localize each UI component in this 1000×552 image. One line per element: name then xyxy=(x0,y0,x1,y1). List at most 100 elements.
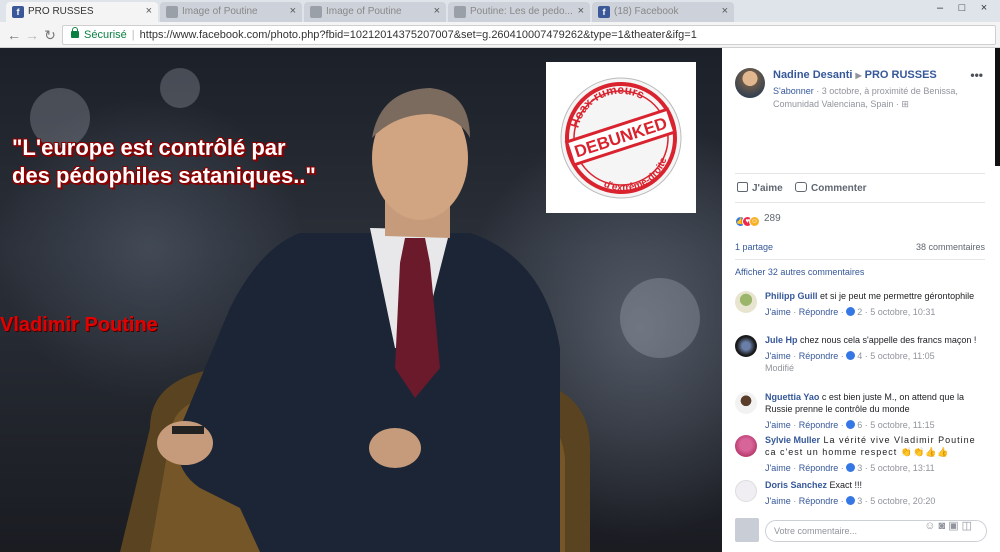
author-avatar[interactable] xyxy=(735,68,765,98)
subscribe-link[interactable]: S'abonner xyxy=(773,86,814,96)
comment-date[interactable]: 5 octobre, 10:31 xyxy=(870,307,935,317)
commenter-name[interactable]: Philipp Guill xyxy=(765,291,818,301)
comment-button[interactable]: Commenter xyxy=(795,182,867,194)
tab-label: Poutine: Les de pedo... xyxy=(470,6,573,17)
tab-inactive-4[interactable]: f (18) Facebook × xyxy=(592,2,734,22)
emoji-icon[interactable]: ☺ xyxy=(924,520,938,532)
close-tab-icon[interactable]: × xyxy=(290,5,296,17)
commenter-name[interactable]: Doris Sanchez xyxy=(765,480,827,490)
tab-label: Image of Poutine xyxy=(182,6,258,17)
tab-inactive-1[interactable]: Image of Poutine × xyxy=(160,2,302,22)
commenter-avatar[interactable] xyxy=(735,480,757,502)
debunked-stamp: Hoax-rumeurs DEBUNKED d'extrême-droite xyxy=(546,62,696,213)
comment-date[interactable]: 5 octobre, 13:11 xyxy=(870,463,934,473)
post-side-panel: Nadine Desanti ▶ PRO RUSSES ••• S'abonner … xyxy=(725,56,995,552)
tab-pro-russes[interactable]: f PRO RUSSES × xyxy=(6,2,158,22)
comment-text: Exact !!! xyxy=(827,480,863,490)
group-name[interactable]: PRO RUSSES xyxy=(865,69,937,81)
comment-like-link[interactable]: J'aime xyxy=(765,463,791,473)
maximize-window-icon[interactable]: □ xyxy=(952,2,972,20)
comment-like-link[interactable]: J'aime xyxy=(765,307,791,317)
close-tab-icon[interactable]: × xyxy=(722,5,728,17)
forward-arrow-icon[interactable]: → xyxy=(24,26,40,44)
sticker-icon[interactable]: ◫ xyxy=(962,520,975,532)
comment-reply-link[interactable]: Répondre xyxy=(799,351,839,361)
comment-actions: J'aime · Répondre · 2 · 5 octobre, 10:31 xyxy=(765,307,936,317)
url-separator: | xyxy=(131,29,135,41)
commenter-name[interactable]: Sylvie Muller xyxy=(765,435,820,445)
globe-icon: ⊞ xyxy=(901,99,909,109)
close-tab-icon[interactable]: × xyxy=(578,5,584,17)
like-reaction-icon xyxy=(846,351,856,360)
post-photo[interactable]: "L'europe est contrôlé par des pédophile… xyxy=(0,48,722,552)
quote-line-2: des pédophiles sataniques.." xyxy=(12,163,316,188)
browser-tab-bar: f PRO RUSSES × Image of Poutine × Image … xyxy=(0,0,1000,22)
comment-actions: J'aime · Répondre · 3 · 5 octobre, 20:20 xyxy=(765,496,936,506)
post-meta: S'abonner · 3 octobre, à proximité de Be… xyxy=(773,85,981,111)
tab-label: PRO RUSSES xyxy=(28,6,94,17)
comment-composer: Votre commentaire... ☺◙▣◫ xyxy=(735,516,987,546)
comment-like-link[interactable]: J'aime xyxy=(765,351,791,361)
debunked-stamp-graphic: Hoax-rumeurs DEBUNKED d'extrême-droite xyxy=(559,73,682,202)
reload-icon[interactable]: ↻ xyxy=(42,26,58,44)
comment-date[interactable]: 5 octobre, 11:15 xyxy=(870,420,934,430)
like-reaction-icon xyxy=(846,463,856,472)
gif-icon[interactable]: ▣ xyxy=(948,520,961,532)
comment-reply-link[interactable]: Répondre xyxy=(799,496,839,506)
comment-count-link[interactable]: 38 commentaires xyxy=(916,242,985,252)
url-text: https://www.facebook.com/photo.php?fbid=… xyxy=(139,29,697,41)
comment-like-link[interactable]: J'aime xyxy=(765,420,791,430)
reaction-count: 289 xyxy=(764,213,781,224)
like-button[interactable]: J'aime xyxy=(737,182,783,194)
minimize-window-icon[interactable]: – xyxy=(930,2,950,20)
comment-reply-link[interactable]: Répondre xyxy=(799,463,839,473)
comment-date[interactable]: 5 octobre, 20:20 xyxy=(870,496,935,506)
comment-text: et si je peut me permettre gérontophile xyxy=(817,291,975,301)
photo-quote: "L'europe est contrôlé par des pédophile… xyxy=(12,134,316,190)
more-dots-icon[interactable]: ••• xyxy=(970,68,983,82)
triangle-right-icon: ▶ xyxy=(855,71,862,80)
like-label: J'aime xyxy=(752,183,783,194)
close-tab-icon[interactable]: × xyxy=(146,5,152,17)
comment-reply-link[interactable]: Répondre xyxy=(799,420,839,430)
facebook-favicon-icon: f xyxy=(598,6,610,18)
browser-toolbar: ← → ↻ Sécurisé | https://www.facebook.com/… xyxy=(0,22,1000,48)
comment-like-link[interactable]: J'aime xyxy=(765,496,791,506)
address-bar[interactable]: Sécurisé | https://www.facebook.com/photo.… xyxy=(62,25,996,45)
comment-body: Jule Hp chez nous cela s'appelle des fra… xyxy=(765,334,989,374)
tab-inactive-2[interactable]: Image of Poutine × xyxy=(304,2,446,22)
comment-reply-link[interactable]: Répondre xyxy=(799,307,839,317)
comment-date[interactable]: 5 octobre, 11:05 xyxy=(870,351,934,361)
close-window-icon[interactable]: × xyxy=(974,2,994,20)
show-more-comments-link[interactable]: Afficher 32 autres commentaires xyxy=(735,267,985,277)
like-reaction-icon xyxy=(846,496,856,505)
back-arrow-icon[interactable]: ← xyxy=(6,26,22,44)
comment-body: Doris Sanchez Exact !!! J'aime · Répondr… xyxy=(765,479,989,507)
my-avatar xyxy=(735,518,759,542)
author-name[interactable]: Nadine Desanti xyxy=(773,69,852,81)
commenter-avatar[interactable] xyxy=(735,335,757,357)
secure-label: Sécurisé xyxy=(84,29,127,41)
like-reaction-icon xyxy=(846,420,856,429)
divider xyxy=(735,259,985,260)
comment-actions: J'aime · Répondre · 3 · 5 octobre, 13:11 xyxy=(765,463,935,473)
tab-inactive-3[interactable]: Poutine: Les de pedo... × xyxy=(448,2,590,22)
comment-body: Nguettia Yao c est bien juste M., on att… xyxy=(765,391,989,431)
page-favicon-icon xyxy=(166,6,178,18)
comment-bubble-icon xyxy=(795,182,807,192)
share-count-link[interactable]: 1 partage xyxy=(735,242,773,252)
commenter-avatar[interactable] xyxy=(735,291,757,313)
commenter-avatar[interactable] xyxy=(735,392,757,414)
commenter-avatar[interactable] xyxy=(735,435,757,457)
comment-actions: J'aime · Répondre · 6 · 5 octobre, 11:15 xyxy=(765,420,935,430)
commenter-name[interactable]: Jule Hp xyxy=(765,335,798,345)
post-actions: J'aime Commenter xyxy=(735,173,985,203)
reaction-summary[interactable]: 👍♥☺ 289 xyxy=(735,213,781,227)
like-thumb-icon xyxy=(737,182,748,192)
camera-icon[interactable]: ◙ xyxy=(939,520,949,532)
close-tab-icon[interactable]: × xyxy=(434,5,440,17)
commenter-name[interactable]: Nguettia Yao xyxy=(765,392,819,402)
quote-line-1: "L'europe est contrôlé par xyxy=(12,135,286,160)
page-favicon-icon xyxy=(310,6,322,18)
comment-body: Sylvie Muller La vérité vive Vladimir Po… xyxy=(765,434,989,474)
